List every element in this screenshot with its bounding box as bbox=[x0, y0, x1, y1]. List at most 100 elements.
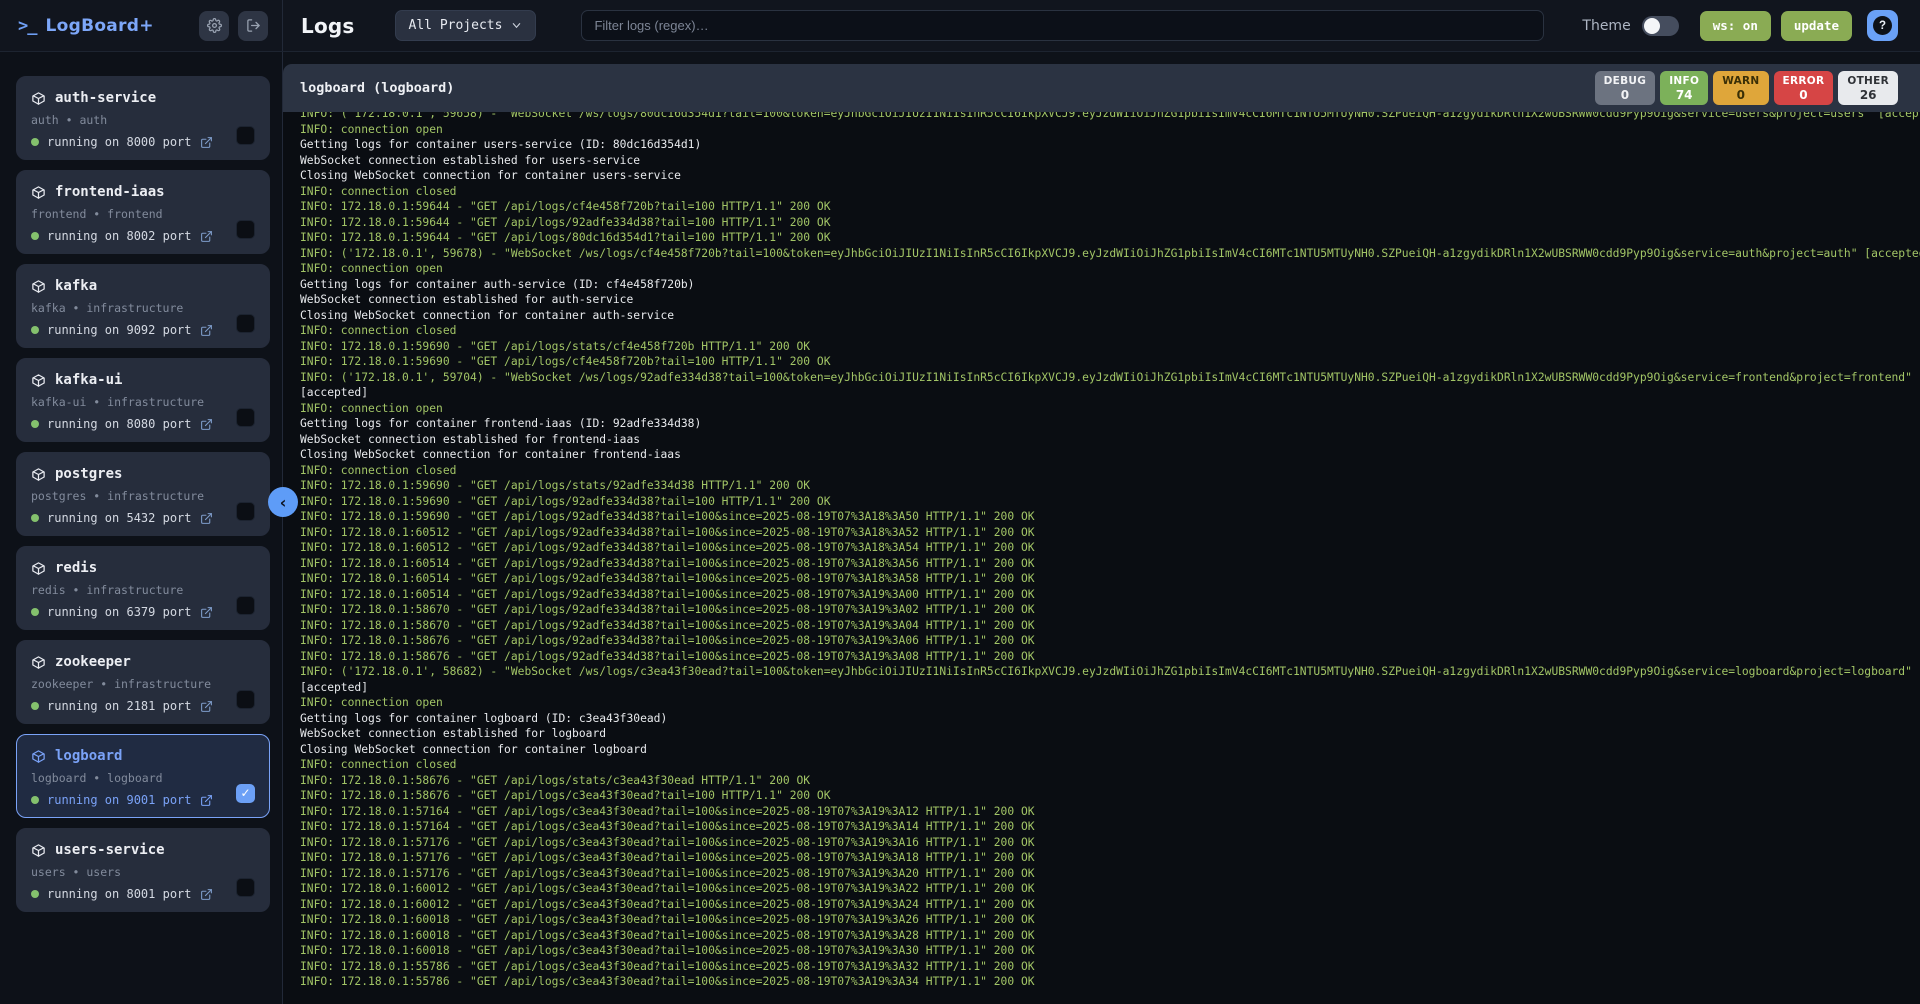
brand-section: >_ LogBoard+ bbox=[0, 0, 283, 51]
log-line: Getting logs for container frontend-iaas… bbox=[300, 416, 1920, 432]
log-line: INFO: 172.18.0.1:60018 - "GET /api/logs/… bbox=[300, 943, 1920, 959]
log-line: Getting logs for container users-service… bbox=[300, 137, 1920, 153]
theme-label: Theme bbox=[1582, 18, 1630, 34]
log-line: INFO: connection open bbox=[300, 261, 1920, 277]
log-line: INFO: 172.18.0.1:59690 - "GET /api/logs/… bbox=[300, 509, 1920, 525]
log-output[interactable]: INFO: ('172.18.0.1', 59658) - "WebSocket… bbox=[283, 112, 1920, 1004]
service-card-users-service[interactable]: users-serviceusers • usersrunning on 800… bbox=[16, 828, 270, 912]
log-line: [accepted] bbox=[300, 385, 1920, 401]
badge-debug-label: DEBUG bbox=[1604, 75, 1647, 87]
service-select-checkbox[interactable] bbox=[236, 408, 255, 427]
settings-button[interactable] bbox=[199, 11, 229, 41]
badge-other: OTHER 26 bbox=[1838, 71, 1898, 105]
log-line: Closing WebSocket connection for contain… bbox=[300, 742, 1920, 758]
logout-button[interactable] bbox=[238, 11, 268, 41]
service-card-redis[interactable]: redisredis • infrastructurerunning on 63… bbox=[16, 546, 270, 630]
package-icon bbox=[31, 467, 46, 482]
project-filter-value: All Projects bbox=[409, 18, 503, 33]
log-line: INFO: 172.18.0.1:59690 - "GET /api/logs/… bbox=[300, 354, 1920, 370]
service-name: kafka bbox=[55, 278, 97, 294]
external-link-icon[interactable] bbox=[200, 794, 213, 807]
content-area: auth-serviceauth • authrunning on 8000 p… bbox=[0, 52, 1920, 1004]
package-icon bbox=[31, 843, 46, 858]
service-card-kafka[interactable]: kafkakafka • infrastructurerunning on 90… bbox=[16, 264, 270, 348]
badge-info-count: 74 bbox=[1669, 88, 1699, 102]
log-panel-title: logboard (logboard) bbox=[300, 80, 454, 96]
log-line: INFO: connection open bbox=[300, 122, 1920, 138]
service-status: running on 8002 port bbox=[47, 229, 192, 243]
log-line: INFO: 172.18.0.1:60012 - "GET /api/logs/… bbox=[300, 897, 1920, 913]
service-select-checkbox[interactable]: ✓ bbox=[236, 784, 255, 803]
service-meta: logboard • logboard bbox=[31, 771, 255, 785]
sidebar-collapse-button[interactable]: ‹ bbox=[268, 487, 298, 517]
service-select-checkbox[interactable] bbox=[236, 220, 255, 239]
service-card-auth-service[interactable]: auth-serviceauth • authrunning on 8000 p… bbox=[16, 76, 270, 160]
log-line: INFO: ('172.18.0.1', 58682) - "WebSocket… bbox=[300, 664, 1920, 680]
websocket-status-button[interactable]: ws: on bbox=[1700, 11, 1771, 41]
service-card-frontend-iaas[interactable]: frontend-iaasfrontend • frontendrunning … bbox=[16, 170, 270, 254]
external-link-icon[interactable] bbox=[200, 136, 213, 149]
log-line: WebSocket connection established for fro… bbox=[300, 432, 1920, 448]
service-meta: postgres • infrastructure bbox=[31, 489, 255, 503]
external-link-icon[interactable] bbox=[200, 324, 213, 337]
package-icon bbox=[31, 749, 46, 764]
service-status: running on 9092 port bbox=[47, 323, 192, 337]
badge-warn-count: 0 bbox=[1722, 88, 1759, 102]
chevron-down-icon bbox=[511, 20, 522, 31]
help-button[interactable]: ? bbox=[1867, 10, 1898, 41]
service-name: users-service bbox=[55, 842, 165, 858]
external-link-icon[interactable] bbox=[200, 418, 213, 431]
status-dot bbox=[31, 890, 39, 898]
log-level-badges: DEBUG 0 INFO 74 WARN 0 ERROR 0 OTHER 2 bbox=[1595, 71, 1898, 105]
service-card-kafka-ui[interactable]: kafka-uikafka-ui • infrastructurerunning… bbox=[16, 358, 270, 442]
badge-error-count: 0 bbox=[1783, 88, 1825, 102]
badge-info: INFO 74 bbox=[1660, 71, 1708, 105]
log-filter-input[interactable] bbox=[581, 10, 1544, 41]
status-dot bbox=[31, 326, 39, 334]
external-link-icon[interactable] bbox=[200, 888, 213, 901]
log-line: INFO: ('172.18.0.1', 59704) - "WebSocket… bbox=[300, 370, 1920, 386]
service-select-checkbox[interactable] bbox=[236, 690, 255, 709]
service-select-checkbox[interactable] bbox=[236, 314, 255, 333]
project-filter-dropdown[interactable]: All Projects bbox=[395, 10, 537, 41]
log-line: INFO: connection open bbox=[300, 401, 1920, 417]
package-icon bbox=[31, 185, 46, 200]
log-panel: logboard (logboard) DEBUG 0 INFO 74 WARN… bbox=[283, 52, 1920, 1004]
service-select-checkbox[interactable] bbox=[236, 502, 255, 521]
service-card-zookeeper[interactable]: zookeeperzookeeper • infrastructurerunni… bbox=[16, 640, 270, 724]
service-card-logboard[interactable]: logboardlogboard • logboardrunning on 90… bbox=[16, 734, 270, 818]
service-card-postgres[interactable]: postgrespostgres • infrastructurerunning… bbox=[16, 452, 270, 536]
external-link-icon[interactable] bbox=[200, 230, 213, 243]
service-name: redis bbox=[55, 560, 97, 576]
badge-info-label: INFO bbox=[1669, 75, 1699, 87]
external-link-icon[interactable] bbox=[200, 606, 213, 619]
badge-other-label: OTHER bbox=[1847, 75, 1889, 87]
external-link-icon[interactable] bbox=[200, 512, 213, 525]
theme-toggle[interactable] bbox=[1642, 16, 1679, 36]
gear-icon bbox=[207, 18, 222, 33]
logout-icon bbox=[246, 18, 261, 33]
package-icon bbox=[31, 279, 46, 294]
log-line: INFO: ('172.18.0.1', 59658) - "WebSocket… bbox=[300, 112, 1920, 122]
service-name: zookeeper bbox=[55, 654, 131, 670]
log-line: INFO: 172.18.0.1:60018 - "GET /api/logs/… bbox=[300, 912, 1920, 928]
external-link-icon[interactable] bbox=[200, 700, 213, 713]
log-line: Getting logs for container auth-service … bbox=[300, 277, 1920, 293]
log-panel-header: logboard (logboard) DEBUG 0 INFO 74 WARN… bbox=[283, 64, 1920, 112]
package-icon bbox=[31, 655, 46, 670]
package-icon bbox=[31, 91, 46, 106]
log-line: INFO: ('172.18.0.1', 59678) - "WebSocket… bbox=[300, 246, 1920, 262]
service-status: running on 5432 port bbox=[47, 511, 192, 525]
service-select-checkbox[interactable] bbox=[236, 878, 255, 897]
log-line: INFO: 172.18.0.1:58670 - "GET /api/logs/… bbox=[300, 618, 1920, 634]
log-line: INFO: 172.18.0.1:60512 - "GET /api/logs/… bbox=[300, 540, 1920, 556]
log-line: INFO: connection closed bbox=[300, 323, 1920, 339]
log-line: INFO: 172.18.0.1:58676 - "GET /api/logs/… bbox=[300, 633, 1920, 649]
log-line: Getting logs for container logboard (ID:… bbox=[300, 711, 1920, 727]
service-select-checkbox[interactable] bbox=[236, 596, 255, 615]
update-button[interactable]: update bbox=[1781, 11, 1852, 41]
service-name: auth-service bbox=[55, 90, 156, 106]
log-line: WebSocket connection established for use… bbox=[300, 153, 1920, 169]
services-sidebar: auth-serviceauth • authrunning on 8000 p… bbox=[0, 52, 283, 1004]
service-select-checkbox[interactable] bbox=[236, 126, 255, 145]
